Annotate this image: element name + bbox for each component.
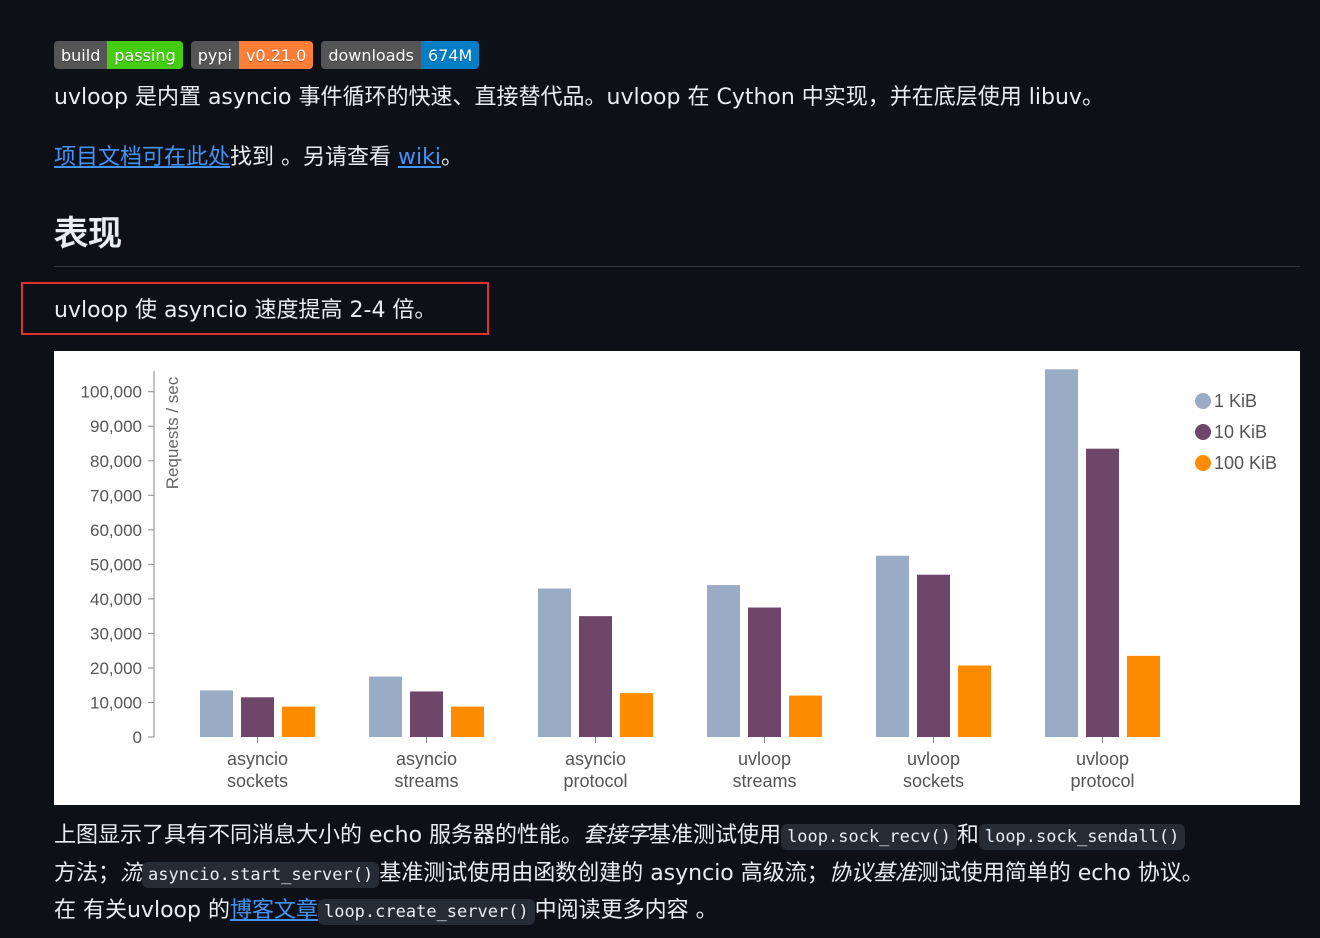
y-tick-label: 40,000 [90,590,142,609]
x-tick-label: streams [394,771,458,791]
badge-row: build passing pypi v0.21.0 downloads 674… [54,41,480,69]
chart-bar [1127,655,1160,737]
desc-streams-em: 流 [120,860,143,886]
y-tick-label: 100,000 [81,383,142,402]
chart-description: 上图显示了具有不同消息大小的 echo 服务器的性能。套接字基准测试使用 loop… [54,818,1304,931]
y-axis-label: Requests / sec [163,376,182,489]
desc-text-1: 上图显示了具有不同消息大小的 echo 服务器的性能。 [54,823,584,848]
desc-text-2: 基准测试使用 [649,823,782,848]
x-tick-label: protocol [1070,771,1134,791]
build-badge[interactable]: build passing [54,41,183,69]
legend-label: 1 KiB [1214,391,1257,411]
section-title: 表现 [54,214,122,254]
x-tick-label: uvloop [1076,749,1129,769]
chart-bar [282,706,315,737]
docs-paragraph: 项目文档可在此处找到 。另请查看 wiki。 [54,143,463,173]
chart-bar [748,607,781,737]
legend-swatch [1195,393,1211,409]
desc-text-4: 基准测试使用由函数创建的 asyncio 高级流； [379,860,829,886]
intro-paragraph: uvloop 是内置 asyncio 事件循环的快速、直接替代品。uvloop … [54,85,1104,110]
downloads-badge-label: downloads [321,41,422,69]
chart-bar [579,616,612,737]
desc-text-5a: 测试使用简单的 echo 协议。 [916,860,1204,886]
y-tick-label: 0 [133,728,142,747]
desc-text-5b: 在 有关uvloop 的 [54,898,230,923]
legend-label: 100 KiB [1214,453,1277,473]
downloads-badge-value: 674M [421,41,480,69]
desc-protocol-em: 协议基准 [828,860,917,886]
chart-bar [369,676,402,737]
chart-bar [538,588,571,737]
docs-end-text: 。 [440,145,463,170]
section-divider [54,266,1300,267]
performance-chart-svg: 0 10,000 20,000 30,000 40,000 50,000 60,000 70,… [81,369,1277,791]
chart-bar [1045,369,1078,737]
chart-bar [876,555,909,737]
x-tick-label: sockets [903,771,964,791]
wiki-link[interactable]: wiki [398,145,441,170]
code-sock-recv: loop.sock_recv() [781,824,957,850]
y-tick-label: 90,000 [90,417,142,436]
downloads-badge[interactable]: downloads 674M [321,41,480,69]
code-create-server: loop.create_server() [317,899,535,925]
code-sock-sendall: loop.sock_sendall() [978,824,1186,850]
docs-mid-text: 找到 。另请查看 [230,145,399,170]
y-tick-label: 10,000 [90,693,142,712]
desc-sockets-em: 套接字 [583,823,650,848]
legend-swatch [1195,455,1211,471]
x-tick-label: asyncio [565,749,626,769]
chart-bar [958,665,991,737]
pypi-badge-label: pypi [190,41,239,69]
build-badge-label: build [54,41,108,69]
code-start-server: asyncio.start_server() [142,861,380,888]
legend-label: 10 KiB [1214,422,1267,442]
x-tick-label: streams [732,771,796,791]
chart-bar [451,706,484,737]
y-tick-label: 80,000 [90,452,142,471]
x-tick-label: protocol [563,771,627,791]
blog-post-link[interactable]: 博客文章 [230,898,318,923]
pypi-badge[interactable]: pypi v0.21.0 [190,41,314,69]
y-tick-label: 60,000 [90,521,142,540]
chart-bar [707,585,740,737]
chart-bar [1086,448,1119,737]
docs-link[interactable]: 项目文档可在此处 [54,145,230,170]
desc-text-3: 方法； [54,860,121,886]
chart-bar [620,693,653,737]
y-tick-label: 50,000 [90,555,142,574]
chart-bar [917,574,950,737]
x-tick-label: uvloop [907,749,960,769]
y-tick-label: 30,000 [90,624,142,643]
x-tick-label: sockets [227,771,288,791]
build-badge-value: passing [107,41,183,69]
x-tick-label: uvloop [738,749,791,769]
highlight-annotation-box [21,282,489,335]
chart-bar [410,691,443,737]
chart-bar [200,690,233,737]
desc-and: 和 [956,823,979,848]
chart-bar [241,697,274,737]
legend-swatch [1195,424,1211,440]
y-tick-label: 70,000 [90,486,142,505]
x-tick-label: asyncio [227,749,288,769]
pypi-badge-value: v0.21.0 [238,41,314,69]
y-tick-label: 20,000 [90,659,142,678]
chart-bar [789,695,822,737]
performance-chart: 0 10,000 20,000 30,000 40,000 50,000 60,000 70,… [54,351,1300,805]
desc-text-6: 中阅读更多内容 。 [534,898,718,923]
x-tick-label: asyncio [396,749,457,769]
